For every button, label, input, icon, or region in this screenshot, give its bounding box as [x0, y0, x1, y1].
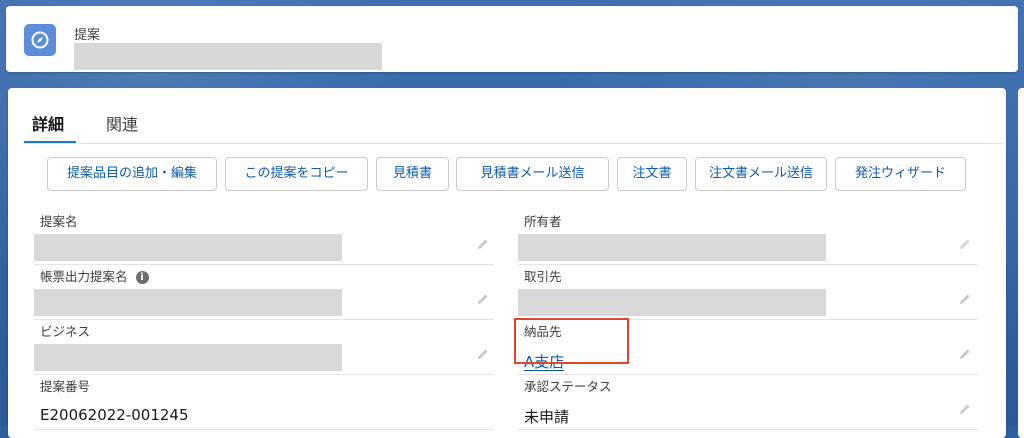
tab-details[interactable]: 詳細 [24, 110, 77, 144]
pencil-icon[interactable] [958, 292, 972, 306]
record-title-redacted [74, 43, 382, 70]
field-label: 提案名 [40, 214, 78, 229]
pencil-icon[interactable] [958, 402, 972, 416]
change-owner-icon[interactable] [958, 237, 972, 251]
field-divider [34, 374, 494, 375]
field-label: 帳票出力提案名 [40, 269, 128, 284]
pencil-icon[interactable] [476, 292, 490, 306]
field-divider [518, 374, 978, 375]
field-divider [518, 264, 978, 265]
field-business: ビジネス [34, 321, 500, 377]
pencil-icon[interactable] [476, 237, 490, 251]
pencil-icon[interactable] [476, 347, 490, 361]
field-label-wrapper: 帳票出力提案名 i [40, 266, 149, 285]
field-label: 取引先 [524, 269, 562, 284]
tab-bar: 詳細 関連 [24, 110, 172, 144]
field-divider [34, 319, 494, 320]
field-value-redacted [34, 344, 342, 371]
tab-related[interactable]: 関連 [98, 110, 150, 144]
order-wizard-button[interactable]: 発注ウィザード [835, 157, 966, 191]
field-value: 未申請 [524, 408, 570, 426]
record-header: 提案 [6, 6, 1018, 72]
field-value-redacted [518, 289, 826, 316]
add-edit-products-button[interactable]: 提案品目の追加・編集 [47, 157, 217, 191]
order-form-button[interactable]: 注文書 [617, 157, 687, 191]
field-label: 提案番号 [40, 379, 91, 394]
copy-opportunity-button[interactable]: この提案をコピー [225, 157, 368, 191]
field-opportunity-name: 提案名 [34, 211, 500, 267]
annotation-highlight-box [514, 318, 629, 364]
quote-button[interactable]: 見積書 [376, 157, 449, 191]
field-owner: 所有者 [518, 211, 984, 267]
field-value-redacted [34, 289, 342, 316]
field-opportunity-number: 提案番号 E20062022-001245 [34, 376, 500, 432]
field-label: ビジネス [40, 324, 91, 339]
record-detail-card: 詳細 関連 提案品目の追加・編集 この提案をコピー 見積書 見積書メール送信 注… [8, 88, 1006, 438]
field-approval-status: 承認ステータス 未申請 [518, 376, 984, 432]
field-value-redacted [518, 234, 826, 261]
send-order-email-button[interactable]: 注文書メール送信 [695, 157, 827, 191]
compass-icon [31, 31, 49, 49]
side-panel-edge [1018, 88, 1024, 438]
field-divider [34, 429, 494, 430]
field-value: E20062022-001245 [40, 406, 189, 424]
tab-divider [24, 143, 1004, 144]
object-type-label: 提案 [74, 28, 101, 43]
field-account: 取引先 [518, 266, 984, 322]
field-label: 所有者 [524, 214, 562, 229]
field-value-redacted [34, 234, 342, 261]
field-form-output-name: 帳票出力提案名 i [34, 266, 500, 322]
pencil-icon[interactable] [958, 347, 972, 361]
info-icon[interactable]: i [135, 271, 149, 284]
send-quote-email-button[interactable]: 見積書メール送信 [456, 157, 609, 191]
opportunity-object-icon [24, 24, 56, 56]
field-divider [34, 264, 494, 265]
field-label: 承認ステータス [524, 379, 612, 394]
field-divider [518, 429, 978, 430]
